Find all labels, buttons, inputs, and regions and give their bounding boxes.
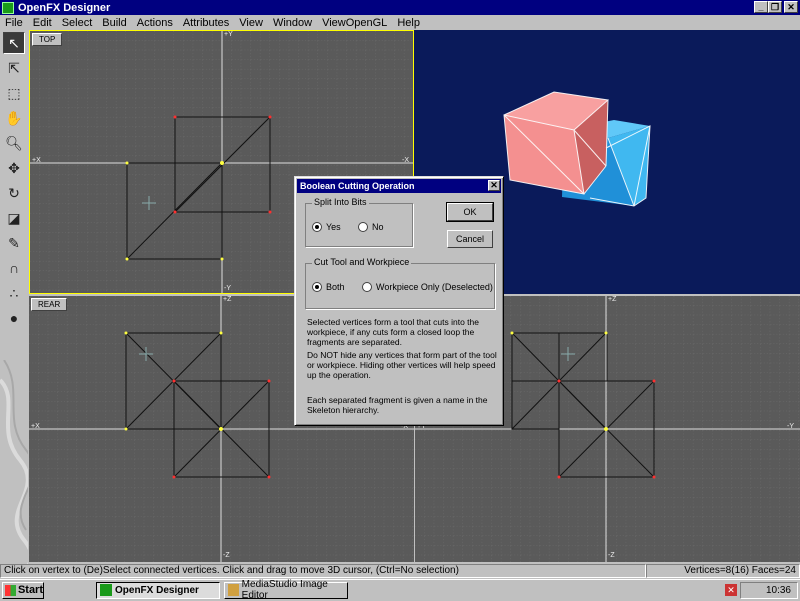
boolean-cutting-dialog: Boolean Cutting Operation ✕ Split Into B… (294, 176, 504, 426)
cancel-button[interactable]: Cancel (447, 230, 493, 248)
axis-label: +Z (223, 296, 232, 303)
menu-actions[interactable]: Actions (132, 17, 178, 29)
split-into-bits-group: Split Into Bits Yes No (305, 197, 413, 247)
axis-label: -Z (608, 552, 615, 559)
viewport-label-rear[interactable]: REAR (31, 298, 68, 311)
radio-label: Yes (326, 222, 341, 232)
radio-icon (362, 282, 372, 292)
radio-selected-icon (312, 222, 322, 232)
axis-label: -Z (223, 552, 230, 559)
menu-file[interactable]: File (0, 17, 28, 29)
cut-tool-workpiece-group: Cut Tool and Workpiece Both Workpiece On… (305, 257, 495, 309)
move-icon[interactable]: ✥ (3, 157, 25, 179)
cut-both-radio[interactable]: Both (312, 282, 345, 292)
ok-button[interactable]: OK (446, 202, 494, 222)
menu-help[interactable]: Help (392, 17, 425, 29)
start-label: Start (17, 584, 43, 596)
scale-icon[interactable]: ◪ (3, 207, 25, 229)
axis-label: -Y (224, 285, 231, 292)
radio-selected-icon (312, 282, 322, 292)
dialog-info-text: Selected vertices form a tool that cuts … (307, 317, 479, 347)
menu-select[interactable]: Select (57, 17, 98, 29)
close-button[interactable]: ✕ (784, 1, 798, 13)
app-logo-icon (100, 584, 112, 596)
dialog-title: Boolean Cutting Operation (300, 181, 415, 191)
taskbar: Start OpenFX Designer MediaStudio Image … (0, 579, 800, 601)
menu-window[interactable]: Window (268, 17, 317, 29)
windows-logo-icon (5, 584, 16, 596)
menu-bar: File Edit Select Build Actions Attribute… (0, 15, 800, 30)
system-tray: ✕ 10:36 (725, 582, 798, 599)
dialog-info-text: Do NOT hide any vertices that form part … (307, 350, 497, 380)
pointer-icon[interactable]: ↖ (3, 32, 25, 54)
maximize-button[interactable]: ❐ (768, 1, 782, 13)
status-message: Click on vertex to (De)Select connected … (0, 564, 646, 578)
cut-workpiece-only-radio[interactable]: Workpiece Only (Deselected) (362, 282, 493, 292)
task-openfx-designer[interactable]: OpenFX Designer (96, 581, 220, 599)
spheres-icon[interactable]: ∴ (3, 282, 25, 304)
axis-label: +Y (224, 31, 233, 38)
decorative-swirl-icon (0, 360, 28, 565)
select-arrow-icon[interactable]: ⇱ (3, 57, 25, 79)
dialog-titlebar[interactable]: Boolean Cutting Operation ✕ (297, 179, 501, 193)
menu-edit[interactable]: Edit (28, 17, 57, 29)
menu-view[interactable]: View (234, 17, 268, 29)
app-logo-icon (2, 1, 14, 14)
ball-icon[interactable]: ● (3, 307, 25, 329)
zoom-icon[interactable]: 🔍︎ (3, 132, 25, 154)
image-editor-icon (228, 584, 239, 596)
menu-attributes[interactable]: Attributes (178, 17, 234, 29)
status-counts: Vertices=8(16) Faces=24 (646, 564, 800, 578)
window-title: OpenFX Designer (18, 1, 111, 14)
hand-pan-icon[interactable]: ✋ (3, 107, 25, 129)
pen-icon[interactable]: ✎ (3, 232, 25, 254)
menu-viewopengl[interactable]: ViewOpenGL (317, 17, 392, 29)
radio-label: No (372, 222, 384, 232)
tool-palette: ↖ ⇱ ⬚ ✋ 🔍︎ ✥ ↻ ◪ ✎ ∩ ∴ ● (0, 30, 28, 565)
task-label: OpenFX Designer (115, 584, 199, 596)
minimize-button[interactable]: _ (754, 1, 768, 13)
dialog-info-text: Each separated fragment is given a name … (307, 395, 488, 415)
clock: 10:36 (765, 585, 791, 596)
radio-label: Workpiece Only (Deselected) (376, 282, 493, 292)
axis-label: -X (402, 157, 409, 164)
menu-build[interactable]: Build (97, 17, 131, 29)
group-label: Cut Tool and Workpiece (312, 257, 412, 267)
task-mediastudio[interactable]: MediaStudio Image Editor (224, 579, 348, 601)
start-button[interactable]: Start (2, 581, 44, 599)
dialog-close-button[interactable]: ✕ (488, 180, 500, 191)
task-label: MediaStudio Image Editor (241, 579, 328, 601)
axis-label: +X (32, 157, 41, 164)
magnet-icon[interactable]: ∩ (3, 257, 25, 279)
status-bar: Click on vertex to (De)Select connected … (0, 564, 800, 578)
radio-label: Both (326, 282, 345, 292)
radio-icon (358, 222, 368, 232)
rotate-icon[interactable]: ↻ (3, 182, 25, 204)
group-label: Split Into Bits (312, 197, 369, 207)
tray-app-icon[interactable]: ✕ (725, 584, 737, 596)
split-yes-radio[interactable]: Yes (312, 222, 341, 232)
axis-label: -Y (787, 423, 794, 430)
viewport-label-top[interactable]: TOP (32, 33, 63, 46)
window-titlebar[interactable]: OpenFX Designer _ ❐ ✕ (0, 0, 800, 15)
split-no-radio[interactable]: No (358, 222, 384, 232)
axis-label: +X (31, 423, 40, 430)
axis-label: +Z (608, 296, 617, 303)
marquee-icon[interactable]: ⬚ (3, 82, 25, 104)
